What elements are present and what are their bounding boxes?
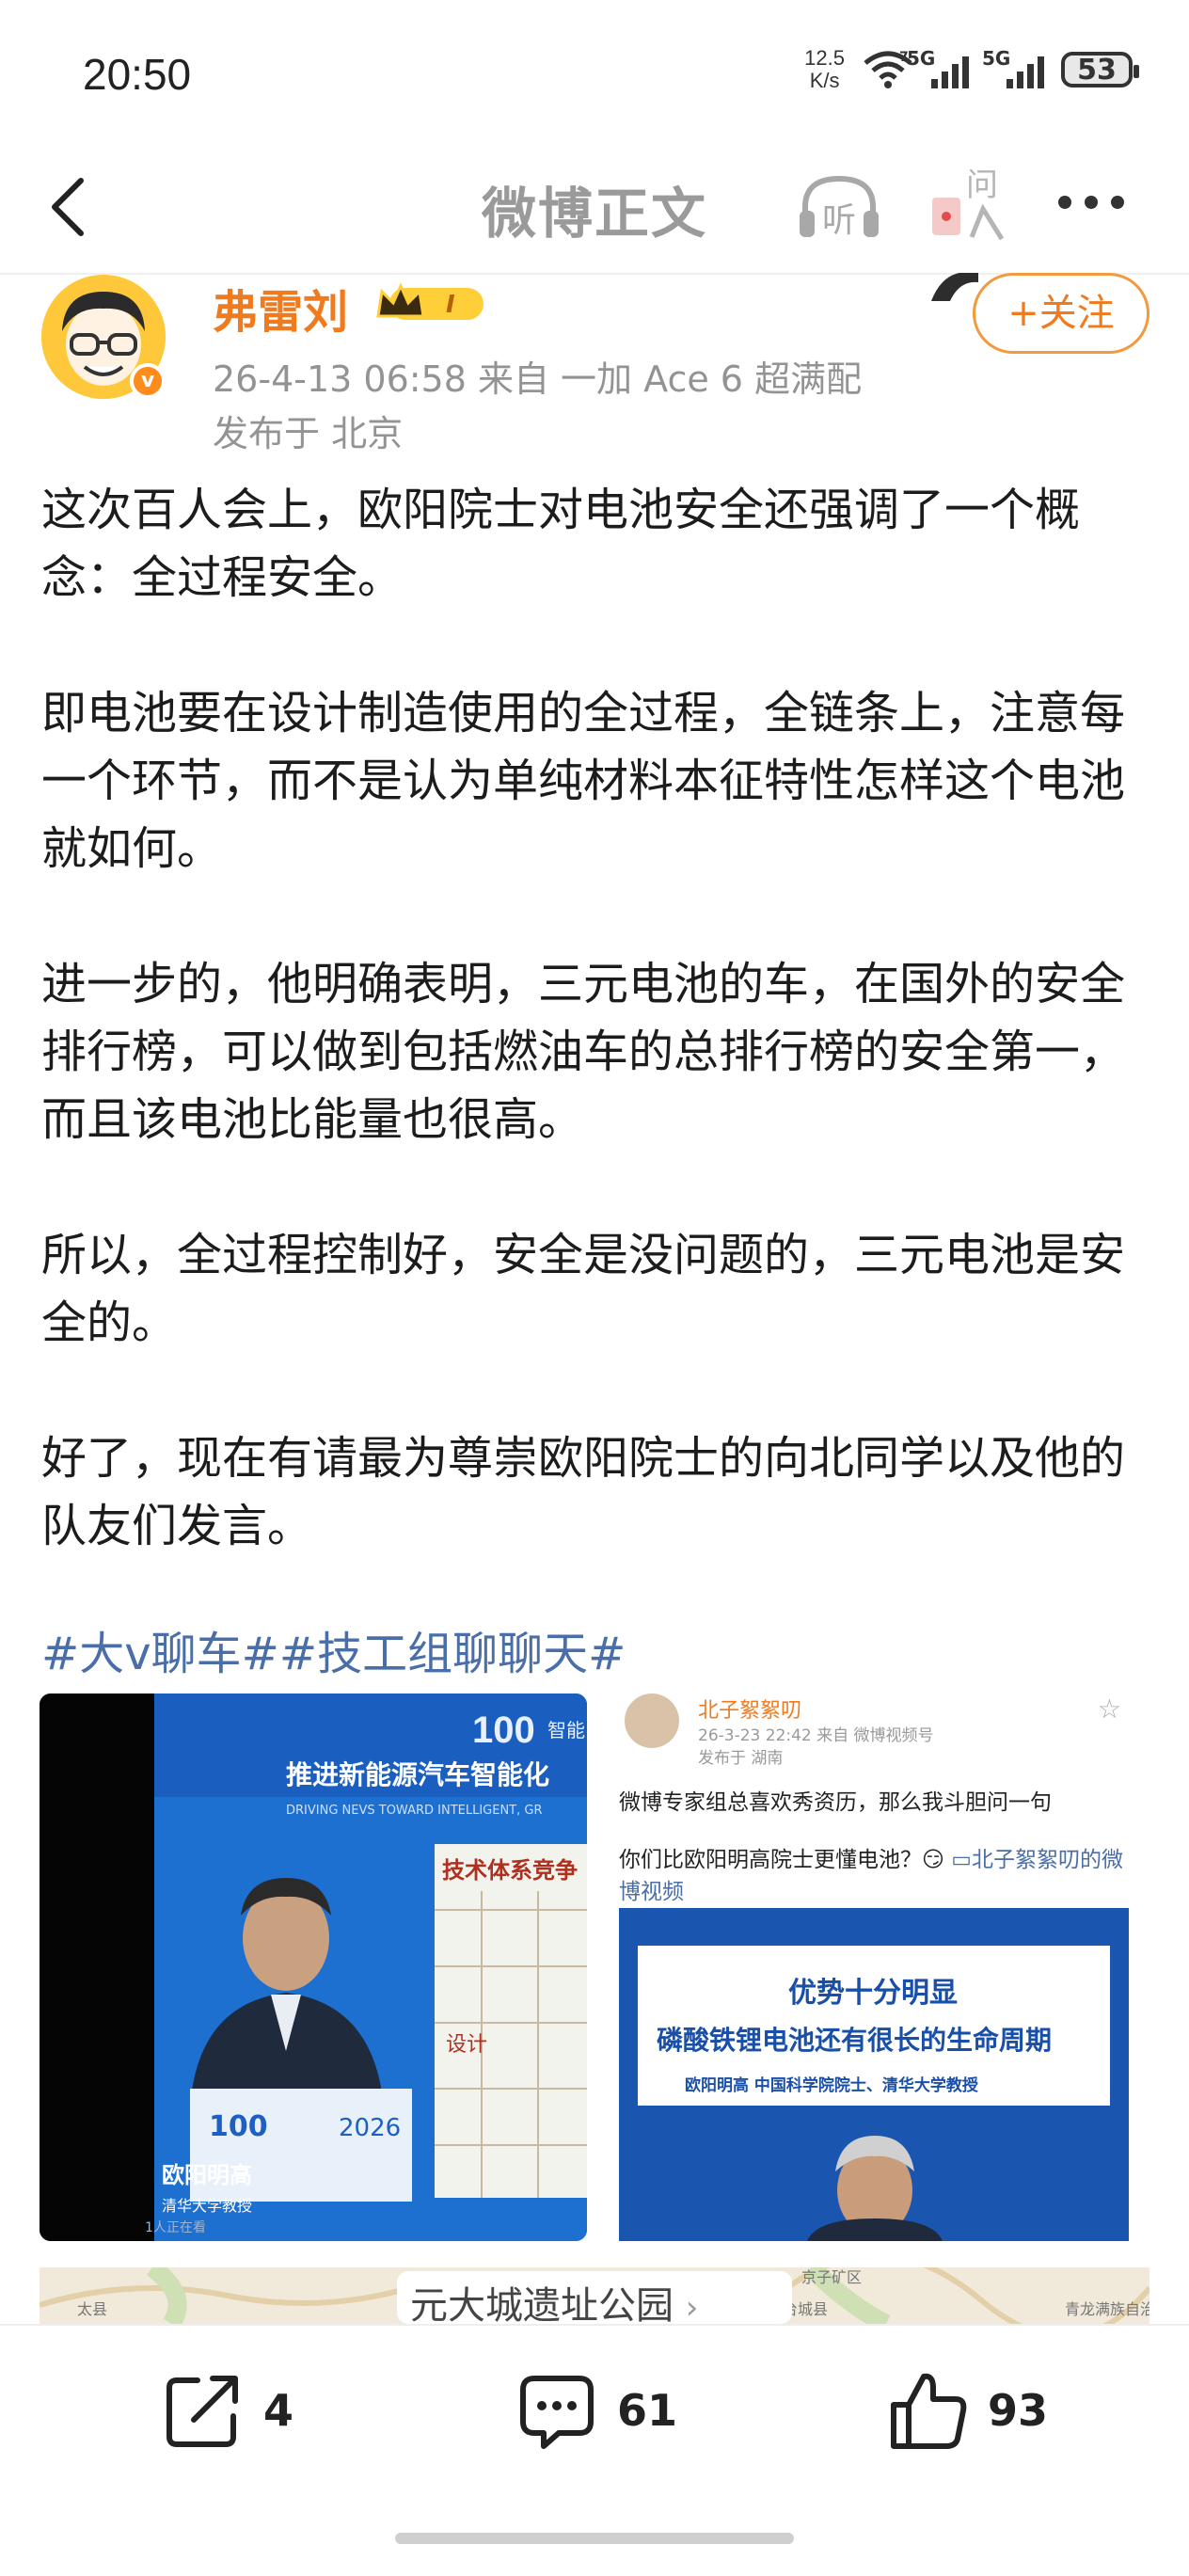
network-speed: 12.5 K/s — [804, 47, 845, 92]
comment-button[interactable]: 61 — [514, 2363, 677, 2457]
thumbs-up-icon — [891, 2373, 967, 2449]
repost-image-caption: 欧阳明高 中国科学院院士、清华大学教授 — [685, 2075, 979, 2095]
post-location: 发布于 北京 — [213, 413, 404, 454]
repost-image-title: 优势十分明显 — [788, 1977, 958, 2010]
network-speed-value: 12.5 — [804, 46, 845, 70]
repost-image[interactable]: 优势十分明显 磷酸铁锂电池还有很长的生命周期 欧阳明高 中国科学院院士、清华大学… — [619, 1908, 1129, 2241]
chevron-right-icon: › — [685, 2289, 699, 2327]
nav-bar: 微博正文 听 问 — [0, 141, 1189, 275]
video-logo-suffix: 智能 — [547, 1719, 585, 1741]
post-paragraph: 即电池要在设计制造使用的全过程，全链条上，注意每一个环节，而不是认为单纯材料本征… — [41, 687, 1126, 875]
crown-level-badge-icon: I — [376, 282, 484, 320]
status-bar: 20:50 12.5 K/s 7 5G 5G 53 — [0, 0, 1189, 141]
signal-icon-1: 5G — [907, 47, 969, 88]
post-hashtags[interactable]: #大v聊车##技工组聊聊天# — [41, 1616, 626, 1682]
repost-avatar[interactable] — [625, 1693, 679, 1748]
smirk-emoji-icon: 😏 — [922, 1848, 944, 1872]
share-icon — [166, 2376, 238, 2447]
post-paragraph: 这次百人会上，欧阳院士对电池安全还强调了一个概念：全过程安全。 — [41, 484, 1081, 604]
more-icon[interactable] — [1058, 196, 1152, 215]
map-place-1: 太县 — [77, 2300, 107, 2318]
post-paragraph: 好了，现在有请最为尊崇欧阳院士的向北同学以及他的队友们发言。 — [41, 1432, 1126, 1552]
video-thumbnail[interactable]: 100 智能 推进新能源汽车智能化 DRIVING NEVS TOWARD IN… — [40, 1693, 587, 2241]
network-speed-unit: K/s — [809, 69, 840, 92]
map-place-2: 京子矿区 — [801, 2268, 862, 2286]
post-meta: 26-4-13 06:58 来自 一加 Ace 6 超满配 — [213, 358, 863, 400]
repost-location: 发布于 湖南 — [698, 1749, 784, 1768]
repost-question: 你们比欧阳明高院士更懂电池？ — [619, 1848, 922, 1872]
post-paragraph: 进一步的，他明确表明，三元电池的车，在国外的安全排行榜，可以做到包括燃油车的总排… — [41, 958, 1126, 1146]
author-avatar[interactable]: v — [41, 275, 166, 399]
video-logo: 100 — [472, 1709, 535, 1751]
repost-author-name[interactable]: 北子絮絮叨 — [698, 1693, 801, 1724]
like-button[interactable]: 93 — [884, 2363, 1048, 2457]
repost-text-1: 微博专家组总喜欢秀资历，那么我斗胆问一句 — [619, 1790, 1052, 1815]
comment-icon — [520, 2376, 594, 2449]
signal-label-1: 5G — [907, 47, 936, 70]
video-viewers: 1人正在看 — [145, 2220, 206, 2235]
follow-decoration-icon — [931, 273, 978, 301]
status-time: 20:50 — [83, 50, 192, 99]
signal-icon-2: 5G — [982, 47, 1044, 88]
share-count: 4 — [263, 2385, 294, 2436]
follow-button[interactable]: +关注 — [973, 273, 1149, 354]
ask-icon[interactable]: 问 — [927, 162, 1021, 246]
speaker-name: 欧阳明高 — [162, 2162, 252, 2188]
video-link-icon: ▭ — [951, 1848, 973, 1872]
repost-card[interactable]: 北子絮絮叨 26-3-23 22:42 来自 微博视频号 发布于 湖南 ☆ 微博… — [617, 1693, 1133, 2241]
video-headline: 推进新能源汽车智能化 — [286, 1759, 549, 1790]
speaker-org: 清华大学教授 — [162, 2197, 252, 2215]
battery-icon: 53 — [1061, 52, 1139, 87]
status-icons: 12.5 K/s 7 5G 5G 53 — [804, 47, 1139, 92]
podium-year: 2026 — [339, 2114, 401, 2142]
video-headline-en: DRIVING NEVS TOWARD INTELLIGENT, GR — [286, 1804, 543, 1818]
verified-badge-icon: v — [130, 363, 166, 399]
repost-image-frame: 优势十分明显 磷酸铁锂电池还有很长的生命周期 欧阳明高 中国科学院院士、清华大学… — [619, 1908, 1129, 2241]
comment-count: 61 — [617, 2385, 678, 2436]
listen-label: 听 — [822, 201, 856, 240]
star-icon[interactable]: ☆ — [1098, 1693, 1121, 1725]
map-location-label[interactable]: 元大城遗址公园 › — [410, 2275, 698, 2330]
battery-level: 53 — [1077, 53, 1117, 87]
repost-meta: 26-3-23 22:42 来自 微博视频号 — [698, 1726, 934, 1745]
headphones-listen-icon[interactable]: 听 — [792, 169, 886, 245]
map-label-text: 元大城遗址公园 — [410, 2284, 674, 2328]
post-body: 这次百人会上，欧阳院士对电池安全还强调了一个概念：全过程安全。 即电池要在设计制… — [41, 476, 1151, 1560]
podium-logo: 100 — [209, 2110, 268, 2143]
video-frame: 100 智能 推进新能源汽车智能化 DRIVING NEVS TOWARD IN… — [40, 1693, 587, 2241]
signal-label-2: 5G — [982, 47, 1011, 70]
map-place-4: 青龙满族自治县 — [1065, 2300, 1149, 2318]
author-name[interactable]: 弗雷刘 — [213, 275, 348, 341]
repost-text-2: 你们比欧阳明高院士更懂电池？😏 ▭北子絮絮叨的微博视频 — [619, 1844, 1127, 1908]
home-indicator[interactable] — [395, 2533, 794, 2544]
repost-image-subtitle: 磷酸铁锂电池还有很长的生命周期 — [657, 2025, 1052, 2056]
ask-label: 问 — [966, 167, 998, 204]
share-button[interactable]: 4 — [160, 2363, 293, 2457]
post-paragraph: 所以，全过程控制好，安全是没问题的，三元电池是安全的。 — [41, 1229, 1126, 1349]
level-badge-label: I — [446, 291, 455, 319]
video-panel-side: 设计 — [446, 2033, 487, 2057]
video-panel-title: 技术体系竞争 — [442, 1857, 578, 1884]
like-count: 93 — [988, 2385, 1049, 2436]
